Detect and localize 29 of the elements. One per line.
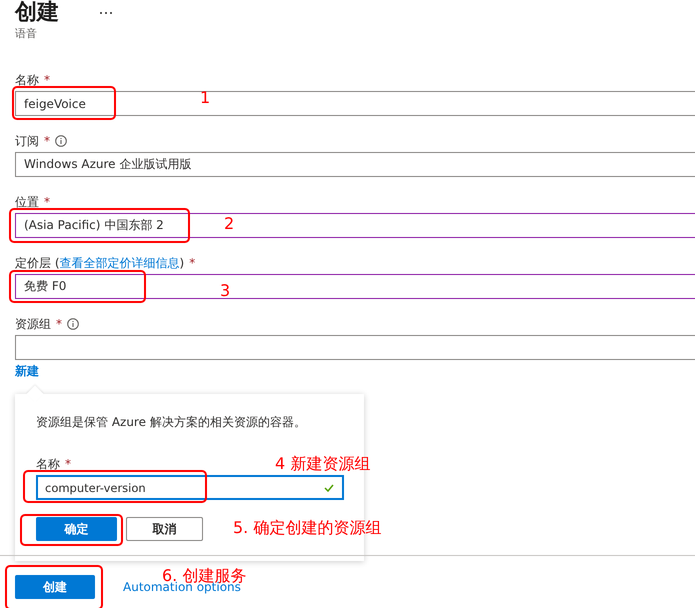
input-field[interactable]: Windows Azure 企业版试用版 xyxy=(15,152,695,177)
confirm-button[interactable]: 确定 xyxy=(36,517,117,541)
page-subtitle: 语音 xyxy=(15,27,38,41)
required-mark: * xyxy=(56,317,62,331)
required-mark: * xyxy=(189,256,196,270)
required-mark: * xyxy=(44,73,50,87)
field-label: 名称 xyxy=(36,456,60,472)
required-mark: * xyxy=(44,195,50,209)
more-icon[interactable] xyxy=(99,11,113,15)
input-field[interactable] xyxy=(15,335,695,360)
new-link[interactable]: 新建 xyxy=(15,364,39,378)
field-label: 名称 xyxy=(15,72,39,88)
required-mark: * xyxy=(65,457,71,471)
field-label: 定价层 (查看全部定价详细信息) xyxy=(15,254,184,272)
annotation-number: 1 xyxy=(200,89,210,107)
annotation-label: 5. 确定创建的资源组 xyxy=(233,519,382,537)
field-label: 资源组 xyxy=(15,316,51,332)
input-field[interactable]: computer-version xyxy=(36,475,344,500)
required-mark: * xyxy=(44,134,50,148)
pricing-link[interactable]: 查看全部定价详细信息 xyxy=(60,256,180,270)
popup-description: 资源组是保管 Azure 解决方案的相关资源的容器。 xyxy=(36,414,307,430)
annotation-number: 2 xyxy=(224,215,234,233)
page-title: 创建 xyxy=(15,0,59,26)
annotation-number: 3 xyxy=(220,282,230,300)
field-label: 位置 xyxy=(15,194,39,210)
create-button[interactable]: 创建 xyxy=(15,575,95,599)
annotation-label: 4 新建资源组 xyxy=(275,455,370,473)
field-label: 订阅 xyxy=(15,132,39,150)
cancel-button[interactable]: 取消 xyxy=(126,517,203,541)
